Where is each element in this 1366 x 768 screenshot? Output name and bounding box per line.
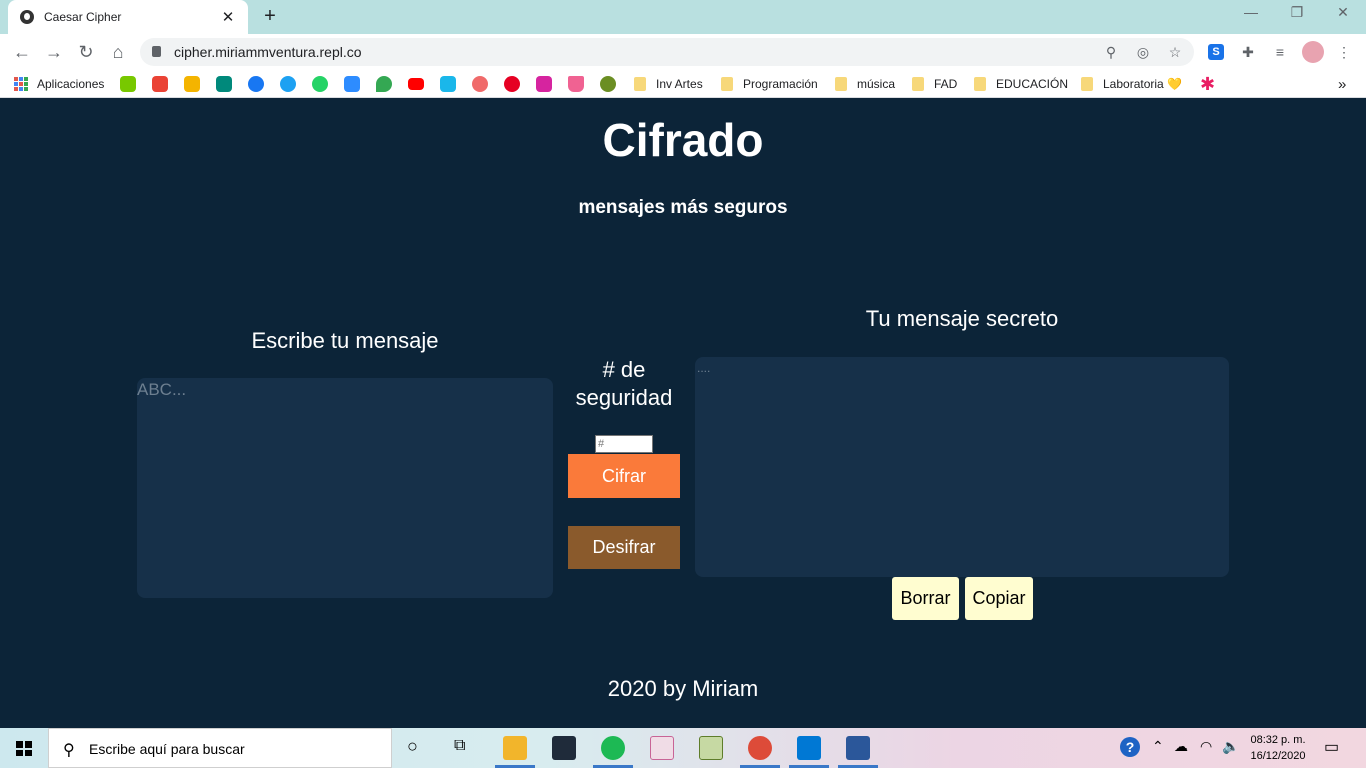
- back-arrow-icon[interactable]: ←: [10, 40, 34, 64]
- asterisk-icon[interactable]: ✱: [1200, 74, 1215, 94]
- page-footer: 2020 by Miriam: [607, 676, 759, 701]
- new-tab-button[interactable]: +: [258, 5, 282, 29]
- task-view-icon[interactable]: ⧉: [454, 737, 465, 755]
- maps-icon[interactable]: [376, 75, 392, 93]
- offset-input[interactable]: [595, 435, 653, 453]
- instagram-icon[interactable]: [536, 75, 552, 93]
- taskbar-clock[interactable]: 08:32 p. m. 16/12/2020: [1242, 732, 1314, 764]
- url-text: cipher.miriammventura.repl.co: [174, 44, 362, 60]
- folder-icon: [721, 77, 733, 91]
- secret-message-output[interactable]: [695, 357, 1229, 577]
- bookmark-apps[interactable]: Aplicaciones: [14, 75, 104, 93]
- bookmark-folder-musica[interactable]: música: [835, 75, 895, 93]
- home-icon[interactable]: ⌂: [106, 40, 130, 64]
- forward-arrow-icon[interactable]: →: [42, 40, 66, 64]
- pinterest-icon[interactable]: [504, 75, 520, 93]
- folder-icon: [634, 77, 646, 91]
- taskbar-search-box[interactable]: ⚲ Escribe aquí para buscar: [48, 728, 392, 768]
- duolingo-icon[interactable]: [120, 75, 136, 93]
- help-icon[interactable]: ?: [1120, 737, 1140, 757]
- music-note-icon[interactable]: [600, 75, 616, 93]
- bookmark-folder-programacion[interactable]: Programación: [721, 75, 818, 93]
- reload-icon[interactable]: ↻: [74, 40, 98, 64]
- browser-menu-icon[interactable]: ⋮: [1334, 42, 1354, 62]
- taskbar-search-placeholder: Escribe aquí para buscar: [89, 741, 245, 757]
- vscode-icon[interactable]: [797, 736, 821, 760]
- bookmark-folder-educacion[interactable]: EDUCACIÓN: [974, 75, 1068, 93]
- youtube-icon[interactable]: [408, 75, 424, 93]
- page-content: Cifrado mensajes más seguros Escribe tu …: [0, 99, 1366, 728]
- bookmark-star-icon[interactable]: ☆: [1166, 43, 1184, 61]
- secret-message-label: Tu mensaje secreto: [865, 306, 1059, 331]
- bookmark-folder-inv-artes[interactable]: Inv Artes: [634, 75, 703, 93]
- spotify-icon[interactable]: [601, 736, 625, 760]
- notifications-icon[interactable]: ▭: [1324, 737, 1339, 757]
- lock-icon: [152, 46, 161, 57]
- windows-logo-icon: [16, 741, 32, 756]
- bookmarks-overflow-button[interactable]: »: [1338, 75, 1346, 93]
- wifi-icon[interactable]: ◠: [1200, 738, 1212, 755]
- vimeo-icon[interactable]: [440, 75, 456, 93]
- bookmark-folder-fad[interactable]: FAD: [912, 75, 957, 93]
- extensions-puzzle-icon[interactable]: ✚: [1238, 42, 1258, 62]
- taskbar: ⚲ Escribe aquí para buscar ○ ⧉ ? ⌃ ☁ ◠ 🔈…: [0, 728, 1366, 768]
- cortana-icon[interactable]: ○: [407, 736, 418, 757]
- bookmark-apps-label: Aplicaciones: [37, 77, 105, 91]
- tab-title: Caesar Cipher: [44, 10, 122, 24]
- clear-button[interactable]: Borrar: [892, 577, 959, 620]
- file-explorer-icon[interactable]: [503, 736, 527, 760]
- gmail-icon[interactable]: [152, 75, 168, 93]
- folder-icon: [1081, 77, 1093, 91]
- tab-strip: Caesar Cipher ✕ + — ❐ ✕: [0, 0, 1366, 34]
- encode-button[interactable]: Cifrar: [568, 454, 680, 498]
- globe-icon: [20, 10, 34, 24]
- chrome-icon[interactable]: [748, 736, 772, 760]
- input-message-label: Escribe tu mensaje: [251, 328, 439, 353]
- code-editor-app-icon[interactable]: [552, 736, 576, 760]
- restore-button[interactable]: ❐: [1274, 4, 1320, 26]
- shopping-basket-icon[interactable]: [568, 75, 584, 93]
- snipping-tool-icon[interactable]: [650, 736, 674, 760]
- media-queue-icon[interactable]: ≡: [1270, 42, 1290, 62]
- folder-icon: [912, 77, 924, 91]
- eye-off-icon[interactable]: ◎: [1134, 43, 1152, 61]
- browser-tab[interactable]: Caesar Cipher ✕: [8, 0, 248, 34]
- bookmark-folder-laboratoria[interactable]: Laboratoria 💛: [1081, 75, 1182, 93]
- facebook-icon[interactable]: [248, 75, 264, 93]
- onedrive-cloud-icon[interactable]: ☁: [1174, 738, 1188, 755]
- address-bar[interactable]: cipher.miriammventura.repl.co ⚲ ◎ ☆: [140, 38, 1194, 66]
- page-title: Cifrado: [602, 114, 764, 166]
- zoom-app-icon[interactable]: [344, 75, 360, 93]
- offset-label: # de seguridad: [575, 357, 673, 410]
- close-window-button[interactable]: ✕: [1320, 4, 1366, 26]
- classroom-icon[interactable]: [184, 75, 200, 93]
- search-icon: ⚲: [63, 742, 75, 759]
- clock-date: 16/12/2020: [1250, 750, 1306, 762]
- decode-button[interactable]: Desifrar: [568, 526, 680, 569]
- start-button[interactable]: [0, 728, 48, 768]
- profile-avatar[interactable]: [1302, 41, 1324, 63]
- meet-icon[interactable]: [216, 75, 232, 93]
- folder-icon: [835, 77, 847, 91]
- twitter-icon[interactable]: [280, 75, 296, 93]
- word-icon[interactable]: [846, 736, 870, 760]
- minimize-button[interactable]: —: [1228, 4, 1274, 26]
- extension-s-icon[interactable]: S: [1208, 44, 1224, 60]
- bookmarks-bar: Aplicaciones Inv Artes Programación músi…: [0, 70, 1366, 98]
- copy-button[interactable]: Copiar: [965, 577, 1033, 620]
- volume-icon[interactable]: 🔈: [1222, 738, 1239, 755]
- tab-close-button[interactable]: ✕: [220, 8, 236, 26]
- zoom-icon[interactable]: ⚲: [1102, 43, 1120, 61]
- chevron-up-icon[interactable]: ⌃: [1152, 738, 1164, 755]
- folder-icon: [974, 77, 986, 91]
- browser-toolbar: ← → ↻ ⌂ cipher.miriammventura.repl.co ⚲ …: [0, 34, 1366, 70]
- message-input[interactable]: [137, 378, 553, 598]
- image-app-icon[interactable]: [699, 736, 723, 760]
- apps-grid-icon: [14, 77, 28, 91]
- page-subtitle: mensajes más seguros: [578, 197, 788, 218]
- asana-icon[interactable]: [472, 75, 488, 93]
- clock-time: 08:32 p. m.: [1250, 734, 1306, 746]
- whatsapp-icon[interactable]: [312, 75, 328, 93]
